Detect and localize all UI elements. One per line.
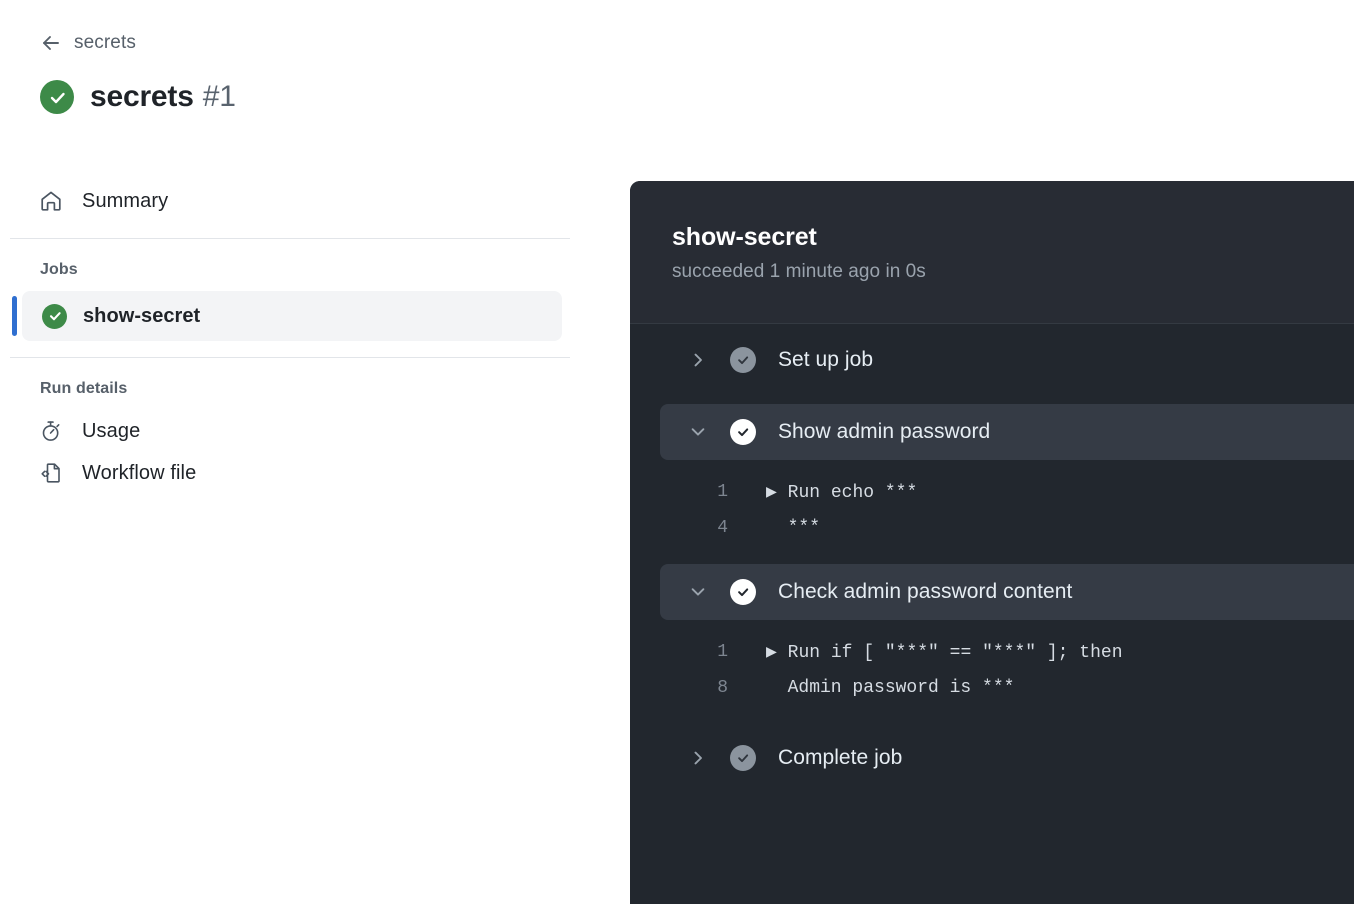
job-name-label: show-secret	[83, 304, 201, 327]
step-row-set-up-job[interactable]: Set up job	[660, 332, 1354, 388]
log-line-number: 1	[717, 482, 728, 502]
log-line-number: 4	[717, 518, 728, 538]
log-line: 1 ▶ Run echo ***	[630, 474, 1354, 510]
sidebar-item-summary-label: Summary	[82, 189, 169, 212]
log-line: 8 Admin password is ***	[630, 670, 1354, 706]
breadcrumb-label[interactable]: secrets	[74, 32, 136, 54]
sidebar-item-workflow-file-label: Workflow file	[82, 461, 197, 484]
sidebar-item-usage[interactable]: Usage	[0, 410, 580, 452]
log-line: 4 ***	[630, 510, 1354, 546]
log-line-text: ▶ Run if [ "***" == "***" ]; then	[766, 643, 1123, 663]
sidebar-divider-bottom	[10, 357, 570, 358]
log-panel-title: show-secret	[672, 223, 817, 251]
log-line: 1 ▶ Run if [ "***" == "***" ]; then	[630, 634, 1354, 670]
step-row-complete-job[interactable]: Complete job	[660, 730, 1354, 786]
step-log-output-show-admin-password[interactable]: 1 ▶ Run echo *** 4 ***	[630, 460, 1354, 564]
check-circle-icon	[42, 303, 67, 329]
sidebar-item-summary[interactable]: Summary	[0, 180, 580, 222]
jobs-list: show-secret	[0, 291, 580, 341]
step-row-show-admin-password[interactable]: Show admin password	[660, 404, 1354, 460]
log-line-text: ▶ Run echo ***	[766, 483, 918, 503]
step-label: Complete job	[778, 746, 903, 769]
sidebar-item-workflow-file[interactable]: Workflow file	[0, 452, 580, 494]
log-line-text: ***	[766, 518, 821, 538]
file-code-icon	[38, 460, 64, 486]
workflow-name: secrets	[90, 80, 194, 113]
run-title-text: secrets #1	[90, 80, 236, 114]
check-circle-icon	[730, 745, 756, 771]
job-log-panel: show-secret succeeded 1 minute ago in 0s…	[630, 181, 1354, 904]
log-panel-status-text: succeeded 1 minute ago in 0s	[672, 261, 926, 282]
check-circle-icon	[40, 80, 74, 114]
step-row-check-admin-password-content[interactable]: Check admin password content	[660, 564, 1354, 620]
check-circle-icon	[730, 419, 756, 445]
step-label: Set up job	[778, 348, 874, 371]
run-sidebar-pane: secrets secrets #1 Summary Jobs show-sec…	[0, 0, 630, 904]
page-title: secrets #1	[40, 74, 236, 120]
sidebar-divider-top	[10, 238, 570, 239]
home-icon	[38, 188, 64, 214]
log-line-text: Admin password is ***	[766, 678, 1015, 698]
arrow-left-icon	[40, 32, 62, 54]
run-number: #1	[202, 80, 236, 113]
step-label: Show admin password	[778, 420, 991, 443]
stopwatch-icon	[38, 418, 64, 444]
step-label: Check admin password content	[778, 580, 1073, 603]
chevron-down-icon[interactable]	[688, 422, 708, 442]
run-details-heading: Run details	[40, 380, 128, 397]
selected-indicator	[12, 296, 17, 336]
log-panel-header: show-secret succeeded 1 minute ago in 0s	[630, 181, 1354, 323]
chevron-right-icon[interactable]	[688, 350, 708, 370]
check-circle-icon	[730, 579, 756, 605]
run-details-list: Usage Workflow file	[0, 410, 580, 494]
log-line-number: 1	[717, 642, 728, 662]
sidebar-item-job-show-secret[interactable]: show-secret	[12, 291, 562, 341]
steps-list: Set up job Show admin password 1 ▶ Run e…	[630, 324, 1354, 786]
run-navigation: Summary Jobs show-secret Run details Usa…	[0, 180, 580, 494]
jobs-heading: Jobs	[40, 261, 78, 278]
breadcrumb[interactable]: secrets	[40, 28, 136, 58]
chevron-down-icon[interactable]	[688, 582, 708, 602]
check-circle-icon	[730, 347, 756, 373]
log-line-number: 8	[717, 678, 728, 698]
step-log-output-check-admin-password-content[interactable]: 1 ▶ Run if [ "***" == "***" ]; then 8 Ad…	[630, 620, 1354, 724]
chevron-right-icon[interactable]	[688, 748, 708, 768]
sidebar-item-usage-label: Usage	[82, 419, 141, 442]
